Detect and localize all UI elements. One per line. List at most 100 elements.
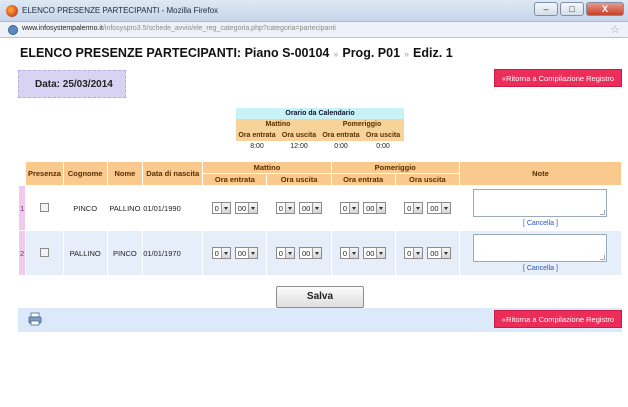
- dropdown-arrow-icon[interactable]: [413, 203, 423, 213]
- calendar-afternoon-in: 0:00: [320, 141, 362, 152]
- dropdown-arrow-icon[interactable]: [413, 248, 423, 258]
- title-piano: Piano S-00104: [244, 46, 330, 60]
- minute-value: 00: [430, 203, 439, 213]
- hour-select[interactable]: 0: [211, 247, 231, 259]
- save-button[interactable]: Salva: [276, 286, 364, 308]
- hour-select[interactable]: 0: [339, 202, 360, 214]
- dropdown-arrow-icon[interactable]: [248, 203, 258, 213]
- hour-value: 0: [278, 203, 283, 213]
- calendar-afternoon: Pomeriggio: [320, 119, 404, 130]
- row-number: 2: [19, 231, 26, 275]
- dropdown-arrow-icon[interactable]: [349, 203, 359, 213]
- mattino-uscita-cell: 0 00: [267, 186, 331, 230]
- breadcrumb-separator: »: [333, 49, 339, 59]
- pomeriggio-uscita-cell: 0 00: [395, 186, 459, 230]
- dropdown-arrow-icon[interactable]: [376, 203, 386, 213]
- dropdown-arrow-icon[interactable]: [312, 203, 322, 213]
- calendar-schedule-table: Orario da Calendario Mattino Pomeriggio …: [236, 108, 404, 152]
- note-textarea[interactable]: [473, 189, 608, 217]
- mattino-uscita-cell: 0 00: [267, 231, 331, 275]
- window-titlebar: ELENCO PRESENZE PARTECIPANTI - Mozilla F…: [0, 0, 628, 22]
- note-textarea[interactable]: [473, 234, 608, 262]
- cell-data-nascita: 01/01/1990: [143, 186, 203, 230]
- cancel-link[interactable]: [ Cancella ]: [460, 220, 621, 227]
- hour-value: 0: [407, 203, 412, 213]
- close-button[interactable]: X: [586, 2, 624, 16]
- hour-select[interactable]: 0: [404, 247, 424, 259]
- minute-select[interactable]: 00: [298, 202, 323, 214]
- title-prog: Prog. P01: [342, 46, 401, 60]
- url-path: /infosyspro3.5/schede_avvio/ele_reg_cate…: [102, 25, 336, 32]
- url-text[interactable]: www.infosystempalermo.it/infosyspro3.5/s…: [22, 25, 336, 32]
- window-title: ELENCO PRESENZE PARTECIPANTI - Mozilla F…: [22, 6, 219, 15]
- presenza-checkbox[interactable]: [39, 247, 49, 257]
- hour-value: 0: [214, 248, 219, 258]
- dropdown-arrow-icon[interactable]: [284, 203, 294, 213]
- minute-select[interactable]: 00: [298, 247, 323, 259]
- site-identity-icon[interactable]: [8, 25, 18, 35]
- minute-select[interactable]: 00: [234, 202, 259, 214]
- hour-value: 0: [214, 203, 219, 213]
- cell-cognome: PINCO: [63, 186, 107, 230]
- header-mattino-uscita: Ora uscita: [267, 174, 331, 185]
- hour-value: 0: [407, 248, 412, 258]
- dropdown-arrow-icon[interactable]: [220, 203, 230, 213]
- address-bar[interactable]: www.infosystempalermo.it/infosyspro3.5/s…: [0, 22, 628, 38]
- hour-select[interactable]: 0: [339, 247, 360, 259]
- header-note: Note: [459, 162, 621, 185]
- mattino-entrata-cell: 0 00: [203, 186, 267, 230]
- table-row: 1 PINCO PALLINO 01/01/1990 0 00 0 00 0 00 0…: [19, 186, 621, 230]
- cell-data-nascita: 01/01/1970: [143, 231, 203, 275]
- note-cell: [ Cancella ]: [459, 231, 621, 275]
- calendar-out-header: Ora uscita: [278, 130, 320, 141]
- date-box: Data: 25/03/2014: [18, 70, 126, 98]
- presenza-checkbox[interactable]: [39, 202, 49, 212]
- cell-nome: PINCO: [107, 231, 143, 275]
- calendar-morning-in: 8:00: [236, 141, 278, 152]
- dropdown-arrow-icon[interactable]: [312, 248, 322, 258]
- bookmark-star-icon[interactable]: ☆: [610, 23, 620, 36]
- page-title: ELENCO PRESENZE PARTECIPANTI: Piano S-00…: [20, 46, 453, 60]
- window-controls: – □ X: [534, 2, 624, 16]
- dropdown-arrow-icon[interactable]: [220, 248, 230, 258]
- title-prefix: ELENCO PRESENZE PARTECIPANTI:: [20, 46, 242, 60]
- hour-select[interactable]: 0: [275, 202, 295, 214]
- header-mattino: Mattino: [203, 162, 331, 173]
- hour-value: 0: [342, 248, 348, 258]
- firefox-icon: [6, 5, 18, 17]
- attendance-table: Presenza Cognome Nome Data di nascita Ma…: [18, 161, 622, 276]
- dropdown-arrow-icon[interactable]: [349, 248, 359, 258]
- calendar-in-header: Ora entrata: [236, 130, 278, 141]
- minimize-button[interactable]: –: [534, 2, 558, 16]
- hour-select[interactable]: 0: [404, 202, 424, 214]
- minute-select[interactable]: 00: [427, 247, 451, 259]
- minute-select[interactable]: 00: [363, 247, 387, 259]
- header-spacer: [19, 162, 26, 185]
- breadcrumb-separator: »: [404, 49, 410, 59]
- page-content: ELENCO PRESENZE PARTECIPANTI: Piano S-00…: [0, 38, 628, 407]
- minute-value: 00: [430, 248, 439, 258]
- minute-select[interactable]: 00: [363, 202, 387, 214]
- minute-select[interactable]: 00: [427, 202, 451, 214]
- hour-select[interactable]: 0: [211, 202, 231, 214]
- minute-select[interactable]: 00: [234, 247, 259, 259]
- return-to-register-button[interactable]: Ritorna a Compilazione Registro: [494, 69, 622, 87]
- minute-value: 00: [366, 248, 375, 258]
- pomeriggio-entrata-cell: 0 00: [331, 186, 395, 230]
- maximize-button[interactable]: □: [560, 2, 584, 16]
- dropdown-arrow-icon[interactable]: [440, 203, 450, 213]
- dropdown-arrow-icon[interactable]: [440, 248, 450, 258]
- header-pomeriggio-entrata: Ora entrata: [331, 174, 395, 185]
- print-icon[interactable]: [28, 312, 42, 326]
- dropdown-arrow-icon[interactable]: [248, 248, 258, 258]
- title-edizione: Ediz. 1: [413, 46, 453, 60]
- dropdown-arrow-icon[interactable]: [376, 248, 386, 258]
- minute-value: 00: [366, 203, 375, 213]
- dropdown-arrow-icon[interactable]: [284, 248, 294, 258]
- return-to-register-button[interactable]: Ritorna a Compilazione Registro: [494, 310, 622, 328]
- cancel-link[interactable]: [ Cancella ]: [460, 265, 621, 272]
- hour-select[interactable]: 0: [275, 247, 295, 259]
- calendar-morning: Mattino: [236, 119, 320, 130]
- minute-value: 00: [237, 203, 247, 213]
- mattino-entrata-cell: 0 00: [203, 231, 267, 275]
